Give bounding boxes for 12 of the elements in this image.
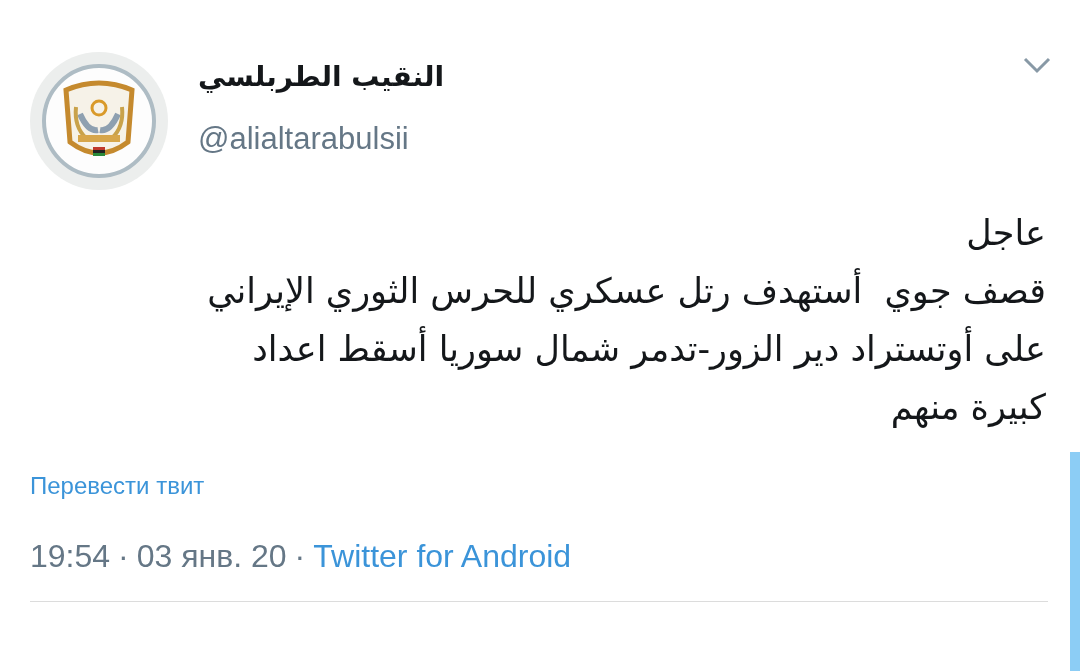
scrollbar[interactable] xyxy=(1070,452,1080,671)
tweet-time: 19:54 xyxy=(30,538,111,575)
separator-dot: · xyxy=(118,538,129,575)
chevron-down-icon[interactable] xyxy=(1022,56,1052,74)
source-link[interactable]: Twitter for Android xyxy=(313,538,572,575)
avatar-shield-logo[interactable] xyxy=(30,52,168,190)
translate-link[interactable]: Перевести твит xyxy=(30,472,205,500)
separator-dot: · xyxy=(294,538,306,575)
author-name: النقيب الطربلسي xyxy=(198,60,445,94)
author-handle: @alialtarabulsii xyxy=(198,119,410,157)
tweet-date: 03 янв. 20 xyxy=(136,538,287,575)
tweet-text: عاجل قصف جوي أستهدف رتل عسكري للحرس الثوري الإيراني على أوتستراد دير الزور-تدمر شمال سوريا أسقط اعداد كبيرة منهم xyxy=(207,212,1047,430)
